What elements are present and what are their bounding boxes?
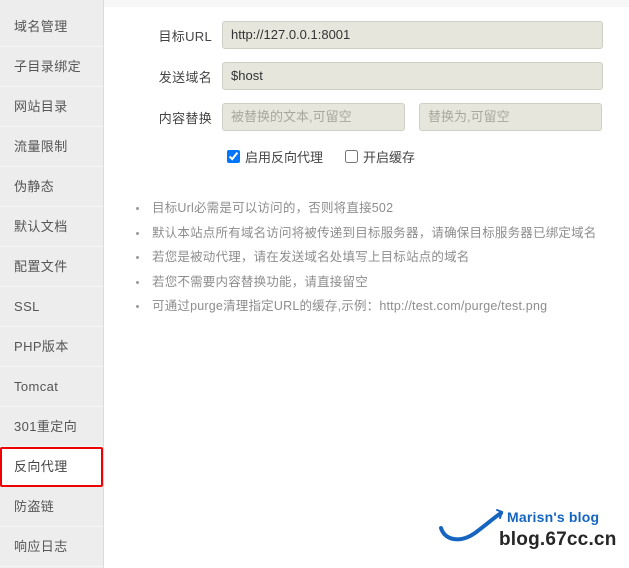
content-replace-label: 内容替换 [158,110,212,126]
sidebar-item-label: 反向代理 [14,459,68,474]
form-row-send-domain: 发送域名 [112,62,609,90]
sidebar-item-pseudo-static[interactable]: 伪静态 [0,167,103,207]
sidebar-item-label: 伪静态 [14,179,55,194]
main-panel: 目标URL 发送域名 内容替换 启用反向代理 开启缓存 [104,0,629,568]
app-root: 域名管理 子目录绑定 网站目录 流量限制 伪静态 默认文档 配置文件 SSL P… [0,0,629,568]
send-domain-label: 发送域名 [158,69,212,85]
enable-cache-checkbox-wrapper[interactable]: 开启缓存 [345,147,415,166]
sidebar-item-label: 流量限制 [14,139,68,154]
sidebar-item-label: 默认文档 [14,219,68,234]
sidebar-item-label: 子目录绑定 [14,59,82,74]
sidebar-item-default-document[interactable]: 默认文档 [0,207,103,247]
sidebar-item-label: 配置文件 [14,259,68,274]
note-item: 若您是被动代理，请在发送域名处填写上目标站点的域名 [130,245,609,270]
sidebar-item-label: SSL [14,299,40,314]
enable-reverse-proxy-checkbox-wrapper[interactable]: 启用反向代理 [227,147,323,166]
form-row-content-replace: 内容替换 [112,103,609,131]
checkbox-row: 启用反向代理 开启缓存 [112,144,609,166]
sidebar-item-ssl[interactable]: SSL [0,287,103,327]
watermark: Marisn's blog blog.67cc.cn [437,500,627,566]
note-item: 可通过purge清理指定URL的缓存,示例：http://test.com/pu… [130,294,609,319]
sidebar-item-website-directory[interactable]: 网站目录 [0,87,103,127]
note-item: 默认本站点所有域名访问将被传递到目标服务器，请确保目标服务器已绑定域名 [130,221,609,246]
content-replace-search-input[interactable] [222,103,405,131]
swoosh-logo-icon [439,509,504,542]
watermark-domain: blog.67cc.cn [499,529,617,550]
sidebar-item-label: 响应日志 [14,539,68,554]
sidebar-item-traffic-limit[interactable]: 流量限制 [0,127,103,167]
sidebar-item-subdirectory-binding[interactable]: 子目录绑定 [0,47,103,87]
sidebar-item-label: 域名管理 [14,19,68,34]
notes-list: 目标Url必需是可以访问的，否则将直接502 默认本站点所有域名访问将被传递到目… [112,196,609,319]
sidebar-item-label: 网站目录 [14,99,68,114]
enable-reverse-proxy-label: 启用反向代理 [245,150,324,165]
sidebar-item-label: Tomcat [14,379,59,394]
sidebar-item-label: 301重定向 [14,419,78,434]
reverse-proxy-form: 目标URL 发送域名 内容替换 启用反向代理 开启缓存 [104,7,629,319]
target-url-input[interactable] [222,21,603,49]
sidebar-item-config-file[interactable]: 配置文件 [0,247,103,287]
sidebar-item-php-version[interactable]: PHP版本 [0,327,103,367]
sidebar-item-reverse-proxy[interactable]: 反向代理 [0,447,103,487]
sidebar: 域名管理 子目录绑定 网站目录 流量限制 伪静态 默认文档 配置文件 SSL P… [0,0,104,568]
target-url-label: 目标URL [158,28,212,44]
sidebar-item-response-log[interactable]: 响应日志 [0,527,103,567]
sidebar-item-anti-leech[interactable]: 防盗链 [0,487,103,527]
watermark-title: Marisn's blog [507,509,600,525]
sidebar-item-label: 防盗链 [14,499,55,514]
top-band [104,0,629,7]
enable-reverse-proxy-checkbox[interactable] [227,150,240,163]
note-item: 若您不需要内容替换功能，请直接留空 [130,270,609,295]
form-row-target-url: 目标URL [112,21,609,49]
sidebar-item-301-redirect[interactable]: 301重定向 [0,407,103,447]
sidebar-item-label: PHP版本 [14,339,69,354]
enable-cache-checkbox[interactable] [345,150,359,163]
sidebar-item-domain-management[interactable]: 域名管理 [0,7,103,47]
sidebar-item-tomcat[interactable]: Tomcat [0,367,103,407]
enable-cache-label: 开启缓存 [363,150,416,165]
content-replace-replacement-input[interactable] [419,103,602,131]
note-item: 目标Url必需是可以访问的，否则将直接502 [130,196,609,221]
send-domain-input[interactable] [222,62,603,90]
